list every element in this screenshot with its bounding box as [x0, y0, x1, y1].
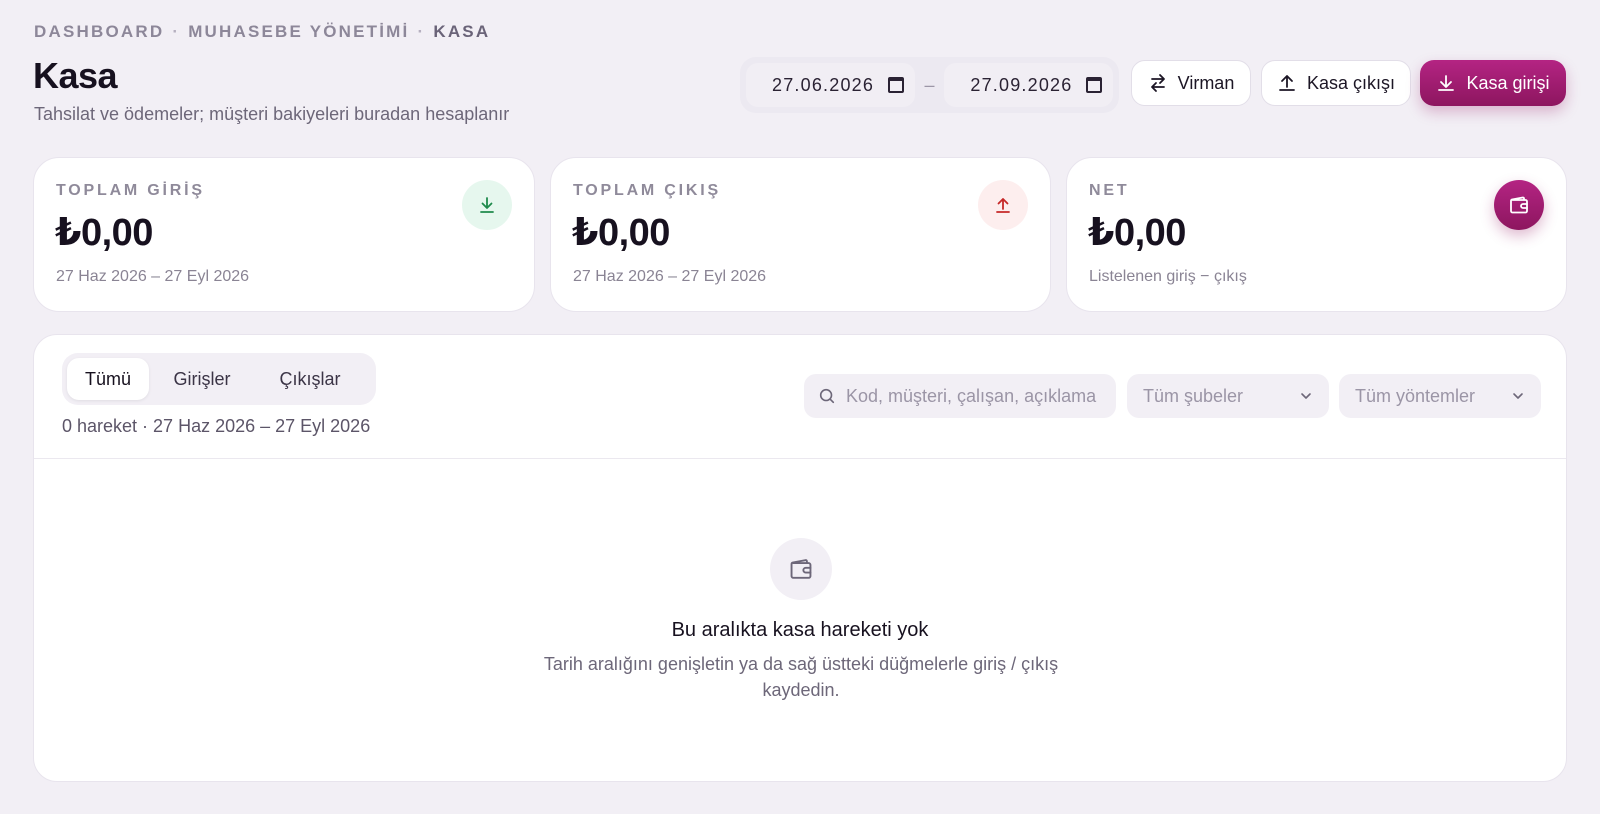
stat-label: NET: [1089, 182, 1130, 199]
calendar-icon[interactable]: [888, 77, 905, 93]
chevron-down-icon: [1513, 393, 1523, 399]
stat-card-total-out: TOPLAM ÇIKIŞ ₺0,00 27 Haz 2026 – 27 Eyl …: [550, 157, 1051, 312]
upload-icon: [1279, 75, 1295, 91]
tab-all[interactable]: Tümü: [67, 358, 149, 400]
start-date-input[interactable]: 27.06.2026: [746, 63, 915, 107]
stat-period: 27 Haz 2026 – 27 Eyl 2026: [573, 268, 767, 285]
stat-period: 27 Haz 2026 – 27 Eyl 2026: [56, 268, 250, 285]
branch-select-value: Tüm şubeler: [1143, 385, 1244, 406]
start-date-value: 27.06.2026: [772, 74, 875, 95]
stat-amount: ₺0,00: [1088, 212, 1186, 254]
method-select[interactable]: Tüm yöntemler: [1339, 374, 1541, 418]
stat-amount: ₺0,00: [572, 212, 670, 254]
tab-exits[interactable]: Çıkışlar: [255, 358, 365, 400]
calendar-icon[interactable]: [1086, 77, 1103, 93]
download-icon: [480, 197, 494, 213]
virman-label: Virman: [1177, 72, 1235, 93]
stat-amount: ₺0,00: [55, 212, 153, 254]
divider: [34, 458, 1566, 459]
breadcrumb-current: KASA: [433, 22, 491, 41]
branch-select[interactable]: Tüm şubeler: [1127, 374, 1329, 418]
transfer-icon: [1150, 74, 1165, 92]
cash-out-button[interactable]: Kasa çıkışı: [1261, 60, 1411, 106]
breadcrumb-accounting[interactable]: MUHASEBE YÖNETİMİ: [188, 22, 409, 42]
download-icon: [1438, 75, 1455, 91]
upload-icon: [996, 198, 1010, 213]
breadcrumb-separator: ·: [172, 22, 181, 41]
empty-state-title: Bu aralıkta kasa hareketi yok: [671, 619, 929, 641]
page-subtitle: Tahsilat ve ödemeler; müşteri bakiyeleri…: [34, 104, 510, 124]
method-select-value: Tüm yöntemler: [1355, 385, 1476, 406]
empty-state-icon-badge: [770, 538, 832, 600]
filter-tabs: Tümü Girişler Çıkışlar: [62, 353, 376, 405]
cash-in-button[interactable]: Kasa girişi: [1420, 60, 1566, 106]
stat-period: Listelenen giriş − çıkış: [1089, 268, 1247, 285]
empty-state-description: Tarih aralığını genişletin ya da sağ üst…: [543, 654, 1059, 700]
stat-label: TOPLAM GİRİŞ: [56, 182, 205, 199]
stat-label: TOPLAM ÇIKIŞ: [573, 182, 721, 199]
wallet-icon: [790, 559, 812, 579]
cash-in-label: Kasa girişi: [1466, 72, 1550, 93]
stat-icon-badge: [978, 180, 1028, 230]
chevron-down-icon: [1301, 393, 1311, 399]
stat-icon-badge: [462, 180, 512, 230]
breadcrumb-dashboard[interactable]: DASHBOARD: [34, 22, 164, 42]
breadcrumb: DASHBOARD · MUHASEBE YÖNETİMİ · KASA: [34, 22, 490, 42]
stat-icon-badge: [1494, 180, 1544, 230]
end-date-input[interactable]: 27.09.2026: [944, 63, 1113, 107]
date-separator: –: [924, 74, 935, 95]
transaction-count: 0 hareket · 27 Haz 2026 – 27 Eyl 2026: [62, 416, 371, 436]
cash-out-label: Kasa çıkışı: [1306, 72, 1396, 93]
date-range: 27.06.2026 – 27.09.2026: [740, 57, 1119, 113]
breadcrumb-separator: ·: [417, 22, 426, 41]
search-input[interactable]: [846, 385, 1106, 407]
page-title: Kasa: [33, 55, 118, 96]
transactions-panel: Tümü Girişler Çıkışlar 0 hareket · 27 Ha…: [33, 334, 1567, 782]
virman-button[interactable]: Virman: [1131, 60, 1251, 106]
search-box[interactable]: [804, 374, 1116, 418]
wallet-icon: [1510, 196, 1528, 214]
tab-entries[interactable]: Girişler: [149, 358, 255, 400]
stat-card-total-in: TOPLAM GİRİŞ ₺0,00 27 Haz 2026 – 27 Eyl …: [33, 157, 535, 312]
search-icon: [819, 388, 835, 404]
end-date-value: 27.09.2026: [970, 74, 1073, 95]
stat-card-net: NET ₺0,00 Listelenen giriş − çıkış: [1066, 157, 1567, 312]
